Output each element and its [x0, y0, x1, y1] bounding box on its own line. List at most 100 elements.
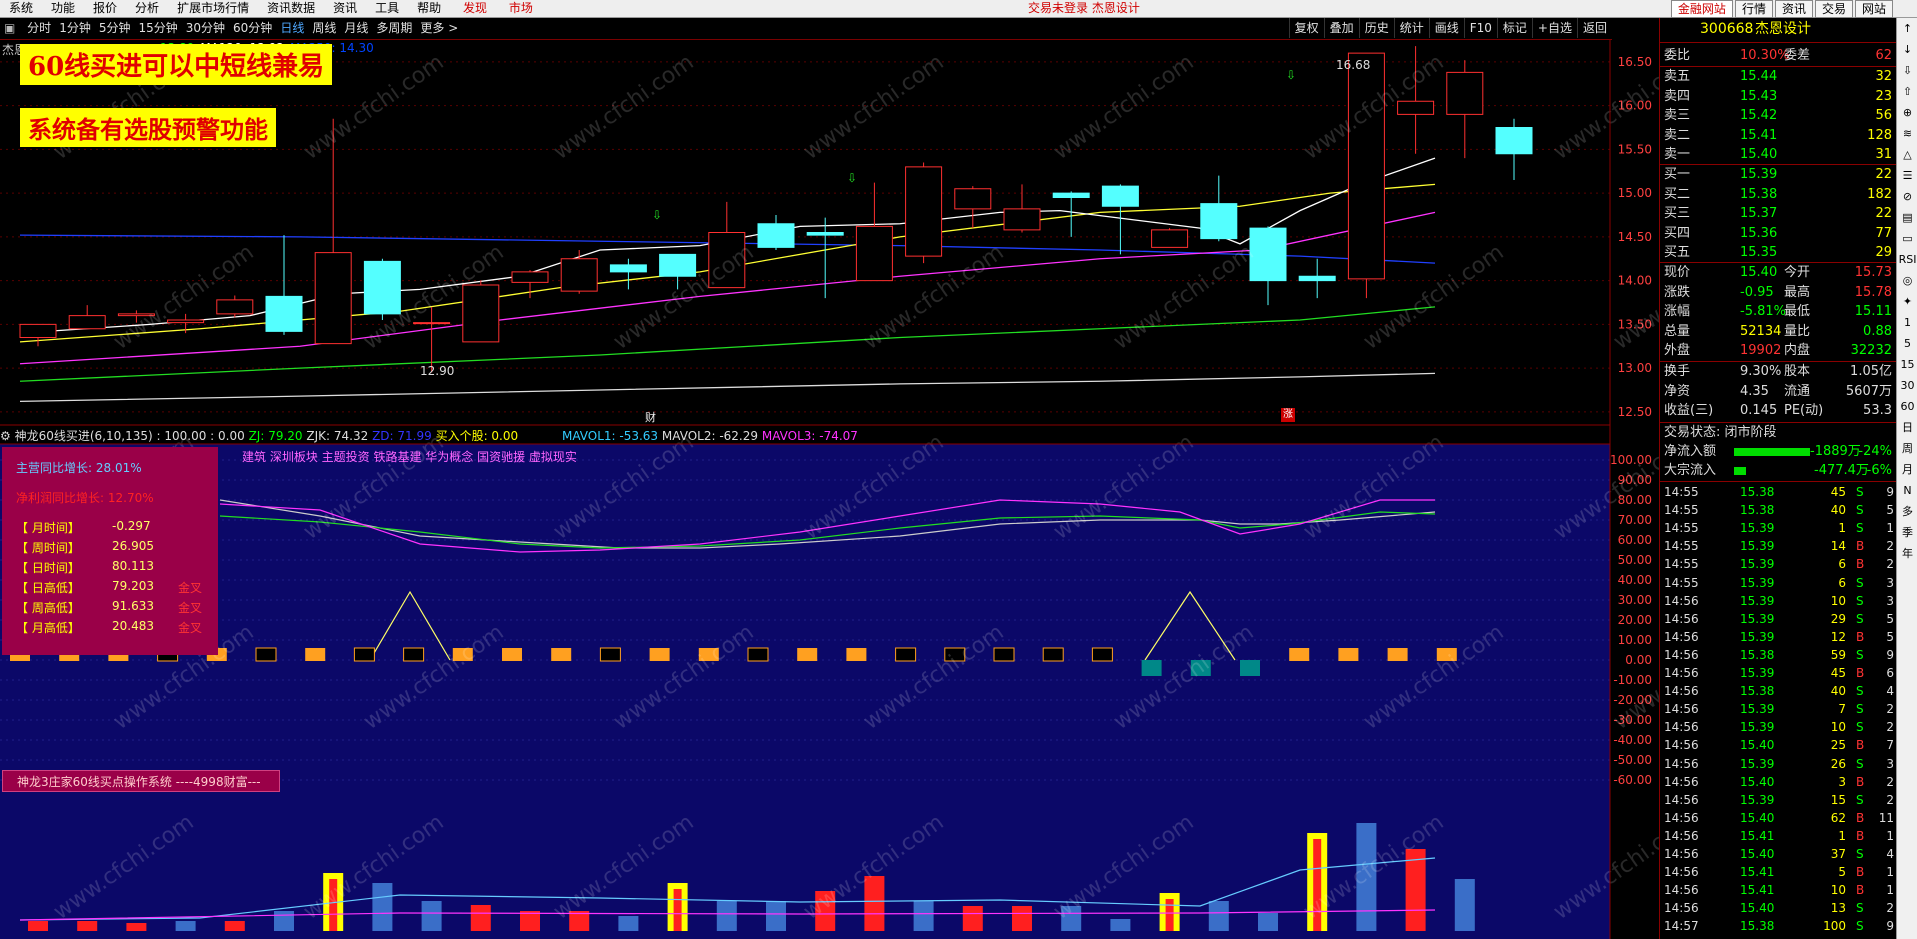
chart-area[interactable]: ⇩⇩⇩ 16.5016.0015.5015.0014.5014.0013.501…: [0, 40, 1659, 939]
tick-direction: S: [1856, 503, 1864, 518]
sidebar-tool-icon[interactable]: ✦: [1897, 291, 1917, 312]
sidebar-tool-icon[interactable]: ↓: [1897, 39, 1917, 60]
signal-bar: [1387, 648, 1408, 661]
sidebar-tool-icon[interactable]: 30: [1897, 375, 1917, 396]
quote-row: 14:55 15.39 1 S 1: [1660, 519, 1896, 537]
sidebar-tool-icon[interactable]: ☰: [1897, 165, 1917, 186]
top-tab-1[interactable]: 行情: [1734, 0, 1773, 18]
indicator-title[interactable]: 神龙60线买进(6,10,135): [15, 429, 153, 443]
sidebar-tool-icon[interactable]: 月: [1897, 459, 1917, 480]
sidebar-tool-icon[interactable]: ⇧: [1897, 81, 1917, 102]
period-tab-9[interactable]: 多周期: [372, 18, 416, 38]
sidebar-tool-icon[interactable]: RSI: [1897, 249, 1917, 270]
tool-button-3[interactable]: 统计: [1393, 18, 1429, 38]
tick-direction: S: [1856, 756, 1864, 771]
menu-market[interactable]: 市场: [500, 0, 542, 17]
period-tab-1[interactable]: 1分钟: [55, 18, 95, 38]
period-tab-0[interactable]: 分时: [23, 18, 55, 38]
period-tab-2[interactable]: 5分钟: [95, 18, 135, 38]
top-tab-0[interactable]: 金融网站: [1670, 0, 1733, 18]
candle-body: [1495, 127, 1533, 155]
quote-row: 14:55 15.39 14 B 2: [1660, 537, 1896, 555]
top-tab-4[interactable]: 网站: [1854, 0, 1893, 18]
tool-button-1[interactable]: 叠加: [1323, 18, 1359, 38]
menu-item-6[interactable]: 资讯: [324, 0, 366, 17]
period-tab-8[interactable]: 月线: [340, 18, 372, 38]
indicator-buy: 买入个股: 0.00: [435, 429, 519, 443]
window-icon[interactable]: ▣: [0, 18, 19, 38]
tool-button-0[interactable]: 复权: [1288, 18, 1324, 38]
tool-button-8[interactable]: 返回: [1576, 18, 1612, 38]
sidebar-tool-icon[interactable]: 15: [1897, 354, 1917, 375]
sidebar-tool-icon[interactable]: 周: [1897, 438, 1917, 459]
tick-count: 1: [1886, 865, 1894, 880]
ask-volume: 32: [1875, 69, 1892, 84]
ask-label: 卖三: [1664, 108, 1691, 123]
stat-value: 9.30%: [1740, 364, 1782, 379]
sidebar-tool-icon[interactable]: 多: [1897, 501, 1917, 522]
bid-label: 买三: [1664, 206, 1691, 221]
sidebar-tool-icon[interactable]: 季: [1897, 522, 1917, 543]
sidebar-tool-icon[interactable]: ↑: [1897, 18, 1917, 39]
quote-row: 大宗流入 -477.4万 -6%: [1660, 461, 1896, 480]
indicator-zj: ZJ: 79.20: [248, 429, 303, 443]
sidebar-tool-icon[interactable]: 60: [1897, 396, 1917, 417]
tool-button-7[interactable]: +自选: [1531, 18, 1577, 38]
tick-time: 14:56: [1664, 593, 1699, 608]
period-tab-5[interactable]: 60分钟: [229, 18, 276, 38]
ask-volume: 31: [1875, 147, 1892, 162]
sidebar-tool-icon[interactable]: ⇩: [1897, 60, 1917, 81]
panel-row-value: -0.297: [112, 519, 151, 533]
tick-price: 15.39: [1740, 666, 1775, 680]
sidebar-tool-icon[interactable]: ⊕: [1897, 102, 1917, 123]
price-axis-label: 13.00: [1618, 361, 1652, 375]
quote-row: 14:55 15.38 45 S 9: [1660, 483, 1896, 501]
menu-item-4[interactable]: 扩展市场行情: [168, 0, 258, 17]
menu-item-5[interactable]: 资讯数据: [258, 0, 324, 17]
sidebar-tool-icon[interactable]: ≋: [1897, 123, 1917, 144]
tool-button-2[interactable]: 历史: [1358, 18, 1394, 38]
weicha-value: 62: [1875, 48, 1892, 63]
sidebar-tool-icon[interactable]: 5: [1897, 333, 1917, 354]
tool-button-6[interactable]: 标记: [1496, 18, 1532, 38]
period-tab-7[interactable]: 周线: [308, 18, 340, 38]
sidebar-tool-icon[interactable]: N: [1897, 480, 1917, 501]
tick-time: 14:56: [1664, 847, 1699, 861]
sidebar-tool-icon[interactable]: 1: [1897, 312, 1917, 333]
tick-price: 15.39: [1740, 792, 1775, 807]
sidebar-tool-icon[interactable]: △: [1897, 144, 1917, 165]
period-tab-3[interactable]: 15分钟: [134, 18, 181, 38]
sidebar-tool-icon[interactable]: 日: [1897, 417, 1917, 438]
low-price-label: 12.90: [420, 364, 455, 378]
stat-label: 今开: [1784, 265, 1811, 280]
top-tab-3[interactable]: 交易: [1814, 0, 1853, 18]
tick-time: 14:55: [1664, 485, 1699, 499]
menu-item-0[interactable]: 系统: [0, 0, 42, 17]
tool-button-4[interactable]: 画线: [1428, 18, 1464, 38]
tick-count: 5: [1886, 629, 1894, 644]
candle-body: [68, 315, 106, 330]
menu-item-3[interactable]: 分析: [126, 0, 168, 17]
stat-value: 15.73: [1854, 265, 1892, 280]
menu-item-2[interactable]: 报价: [84, 0, 126, 17]
sidebar-tool-icon[interactable]: ▭: [1897, 228, 1917, 249]
menu-item-7[interactable]: 工具: [366, 0, 408, 17]
sidebar-tool-icon[interactable]: ▤: [1897, 207, 1917, 228]
sidebar-tool-icon[interactable]: ⊘: [1897, 186, 1917, 207]
period-tab-10[interactable]: 更多 >: [416, 18, 462, 38]
period-tab-4[interactable]: 30分钟: [182, 18, 229, 38]
sidebar-tool-icon[interactable]: ◎: [1897, 270, 1917, 291]
tick-direction: S: [1856, 901, 1864, 916]
tick-time: 14:56: [1664, 810, 1699, 825]
quote-row: 卖三 15.42 56: [1660, 106, 1896, 125]
settings-icon[interactable]: ⚙: [0, 429, 11, 443]
menu-item-8[interactable]: 帮助: [408, 0, 450, 17]
top-tab-2[interactable]: 资讯: [1774, 0, 1813, 18]
stat-value: 0.88: [1863, 323, 1892, 339]
menu-discover[interactable]: 发现: [454, 0, 496, 17]
menu-item-1[interactable]: 功能: [42, 0, 84, 17]
tool-button-5[interactable]: F10: [1463, 18, 1497, 38]
tick-price: 15.41: [1740, 883, 1775, 898]
sidebar-tool-icon[interactable]: 年: [1897, 543, 1917, 564]
period-tab-6[interactable]: 日线: [276, 18, 308, 38]
